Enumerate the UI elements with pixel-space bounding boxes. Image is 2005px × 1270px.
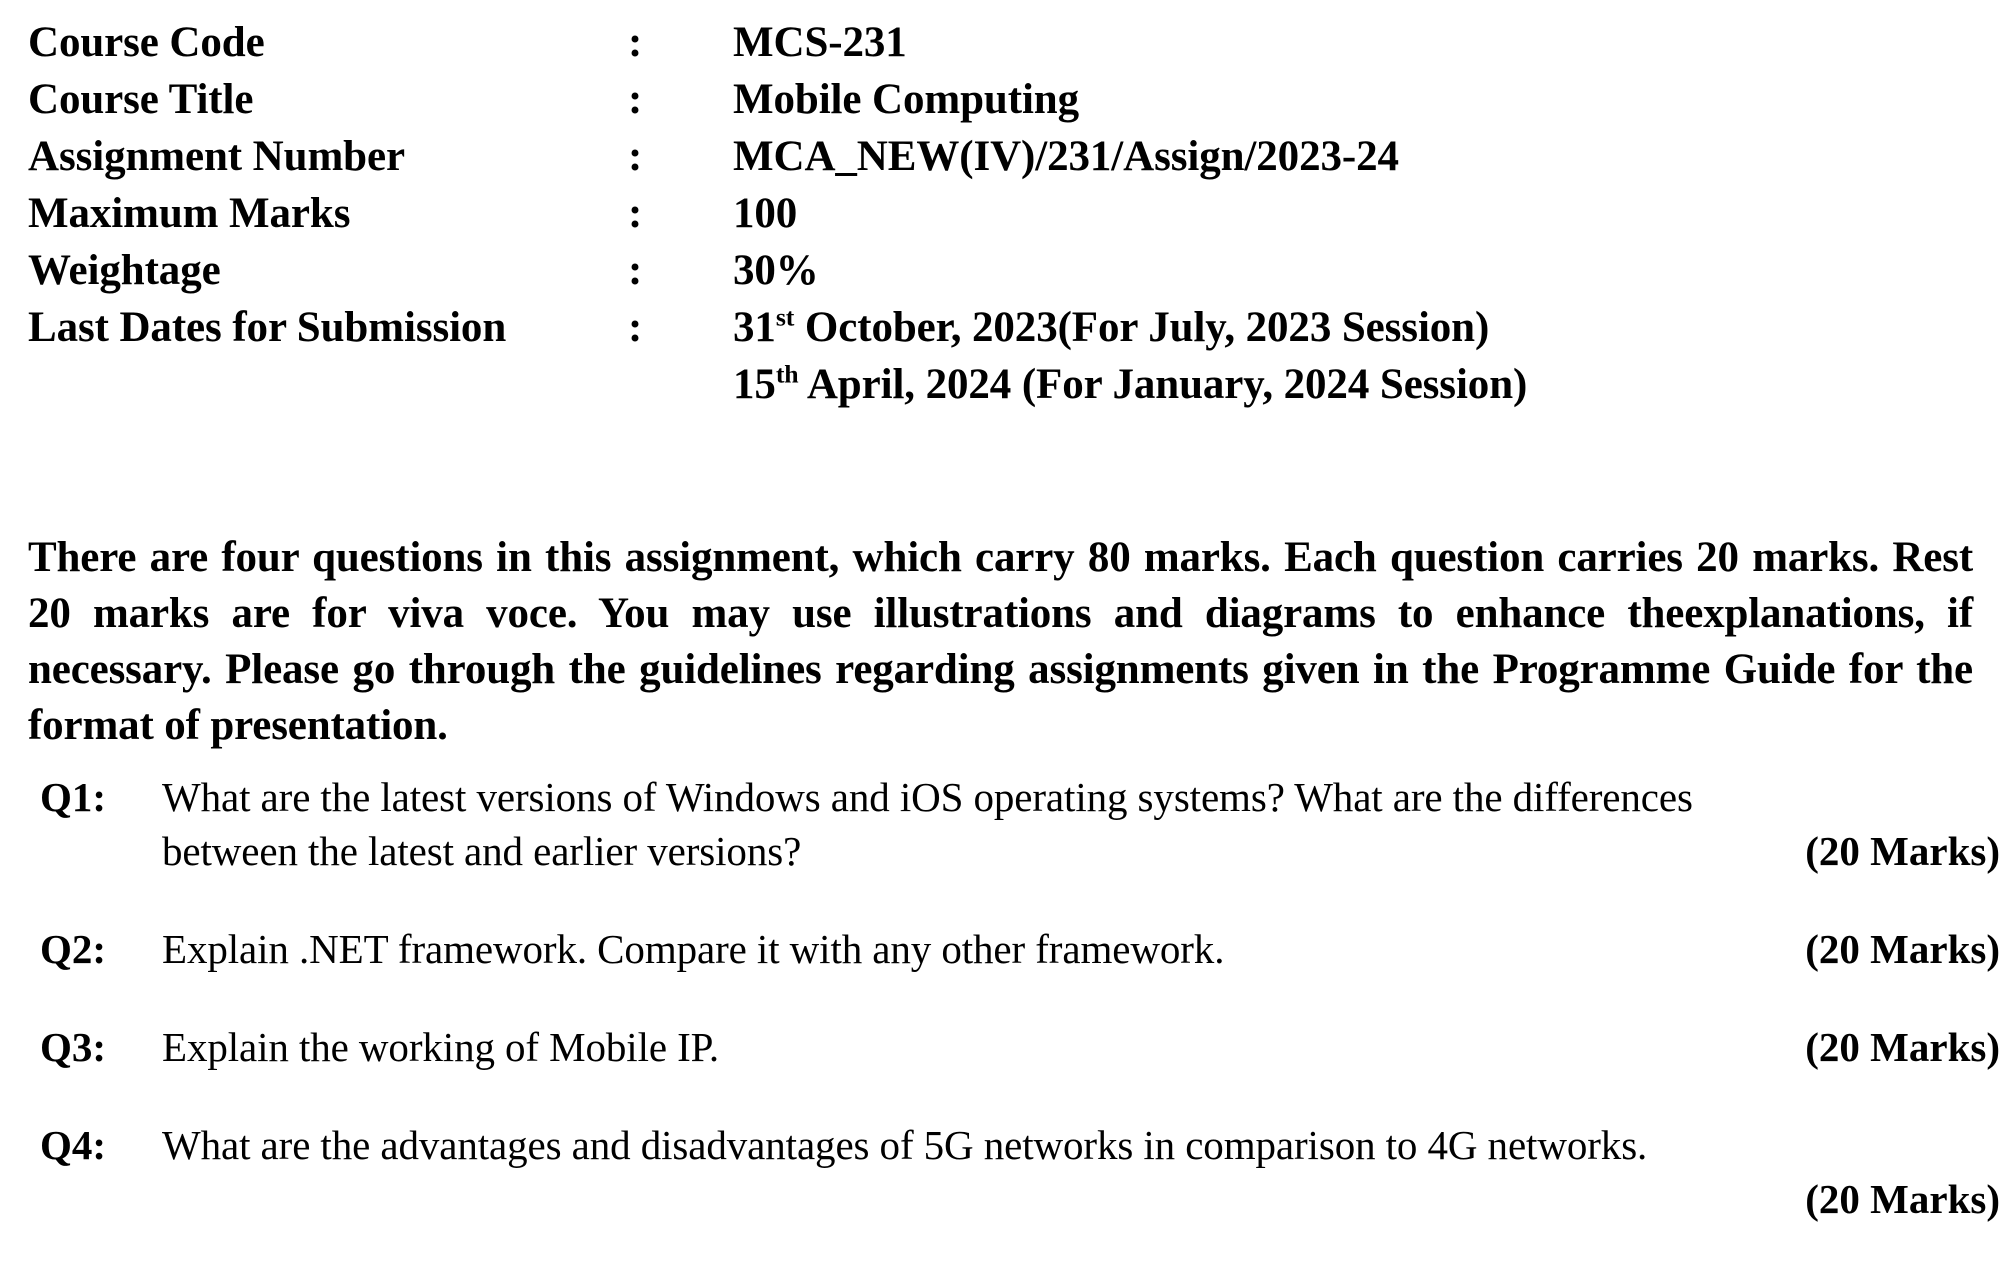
date1-rest: October, 2023(For July, 2023 Session): [794, 304, 1490, 351]
date2-day: 15: [733, 361, 776, 408]
meta-colon: :: [628, 247, 643, 294]
question-label-q3: Q3:: [40, 1024, 107, 1070]
question-label-q2: Q2:: [40, 926, 107, 972]
document-page: Course Code : MCS-231 Course Title : Mob…: [0, 0, 2005, 1260]
question-label-q4: Q4:: [40, 1122, 107, 1168]
meta-label-course-code: Course Code: [28, 19, 265, 66]
meta-value-submission-date-1: 31st October, 2023(For July, 2023 Sessio…: [733, 299, 1928, 356]
meta-row-course-title: Course Title : Mobile Computing: [28, 71, 1928, 128]
question-marks-q3: (20 Marks): [1805, 1024, 2000, 1070]
date1-day: 31: [733, 304, 776, 351]
question-text-q1-line1: What are the latest versions of Windows …: [162, 774, 1693, 820]
question-item-q3: Q3: Explain the working of Mobile IP. (2…: [40, 1020, 2000, 1074]
date2-ordinal: th: [775, 359, 799, 389]
question-item-q1: Q1: What are the latest versions of Wind…: [40, 770, 2000, 878]
question-marks-q4: (20 Marks): [1805, 1176, 2000, 1222]
meta-colon: :: [628, 190, 643, 237]
question-q1-last-line: between the latest and earlier versions?…: [162, 824, 2000, 878]
meta-value-submission-date-2: 15th April, 2024 (For January, 2024 Sess…: [733, 356, 1928, 413]
meta-row-weightage: Weightage : 30%: [28, 242, 1928, 299]
meta-label-course-title: Course Title: [28, 76, 254, 123]
date2-rest: April, 2024 (For January, 2024 Session): [798, 361, 1528, 408]
question-text-q3: Explain the working of Mobile IP.: [162, 1024, 719, 1070]
meta-value-course-code: MCS-231: [733, 19, 907, 66]
question-body-q2: Explain .NET framework. Compare it with …: [162, 922, 2000, 976]
question-text-q2: Explain .NET framework. Compare it with …: [162, 926, 1225, 972]
meta-label-maximum-marks: Maximum Marks: [28, 190, 351, 237]
question-q3-line: Explain the working of Mobile IP. (20 Ma…: [162, 1020, 2000, 1074]
question-marks-q2: (20 Marks): [1805, 926, 2000, 972]
questions-list: Q1: What are the latest versions of Wind…: [40, 770, 2000, 1270]
question-marks-q1: (20 Marks): [1805, 828, 2000, 874]
meta-row-last-dates-second: 15th April, 2024 (For January, 2024 Sess…: [28, 356, 1928, 413]
meta-row-assignment-number: Assignment Number : MCA_NEW(IV)/231/Assi…: [28, 128, 1928, 185]
question-label-q1: Q1:: [40, 774, 107, 820]
question-body-q4: What are the advantages and disadvantage…: [162, 1118, 2000, 1226]
question-q2-line: Explain .NET framework. Compare it with …: [162, 922, 2000, 976]
meta-colon: :: [628, 19, 643, 66]
meta-value-weightage: 30%: [733, 247, 819, 294]
assignment-instructions: There are four questions in this assignm…: [28, 534, 1973, 749]
question-text-q4: What are the advantages and disadvantage…: [162, 1122, 1648, 1168]
question-body-q3: Explain the working of Mobile IP. (20 Ma…: [162, 1020, 2000, 1074]
meta-label-last-dates: Last Dates for Submission: [28, 304, 507, 351]
meta-label-weightage: Weightage: [28, 247, 221, 294]
meta-colon: :: [628, 76, 643, 123]
meta-row-last-dates: Last Dates for Submission : 31st October…: [28, 299, 1928, 356]
meta-row-course-code: Course Code : MCS-231: [28, 14, 1928, 71]
question-item-q4: Q4: What are the advantages and disadvan…: [40, 1118, 2000, 1226]
meta-value-course-title: Mobile Computing: [733, 76, 1080, 123]
meta-label-assignment-number: Assignment Number: [28, 133, 405, 180]
meta-colon: :: [628, 133, 643, 180]
question-text-q1-line2: between the latest and earlier versions?: [162, 828, 802, 874]
course-meta-block: Course Code : MCS-231 Course Title : Mob…: [28, 14, 1928, 413]
date1-ordinal: st: [775, 302, 795, 332]
meta-value-assignment-number: MCA_NEW(IV)/231/Assign/2023-24: [733, 133, 1399, 180]
meta-row-maximum-marks: Maximum Marks : 100: [28, 185, 1928, 242]
meta-colon: :: [628, 304, 643, 351]
question-item-q2: Q2: Explain .NET framework. Compare it w…: [40, 922, 2000, 976]
question-body-q1: What are the latest versions of Windows …: [162, 770, 2000, 878]
meta-value-maximum-marks: 100: [733, 190, 798, 237]
